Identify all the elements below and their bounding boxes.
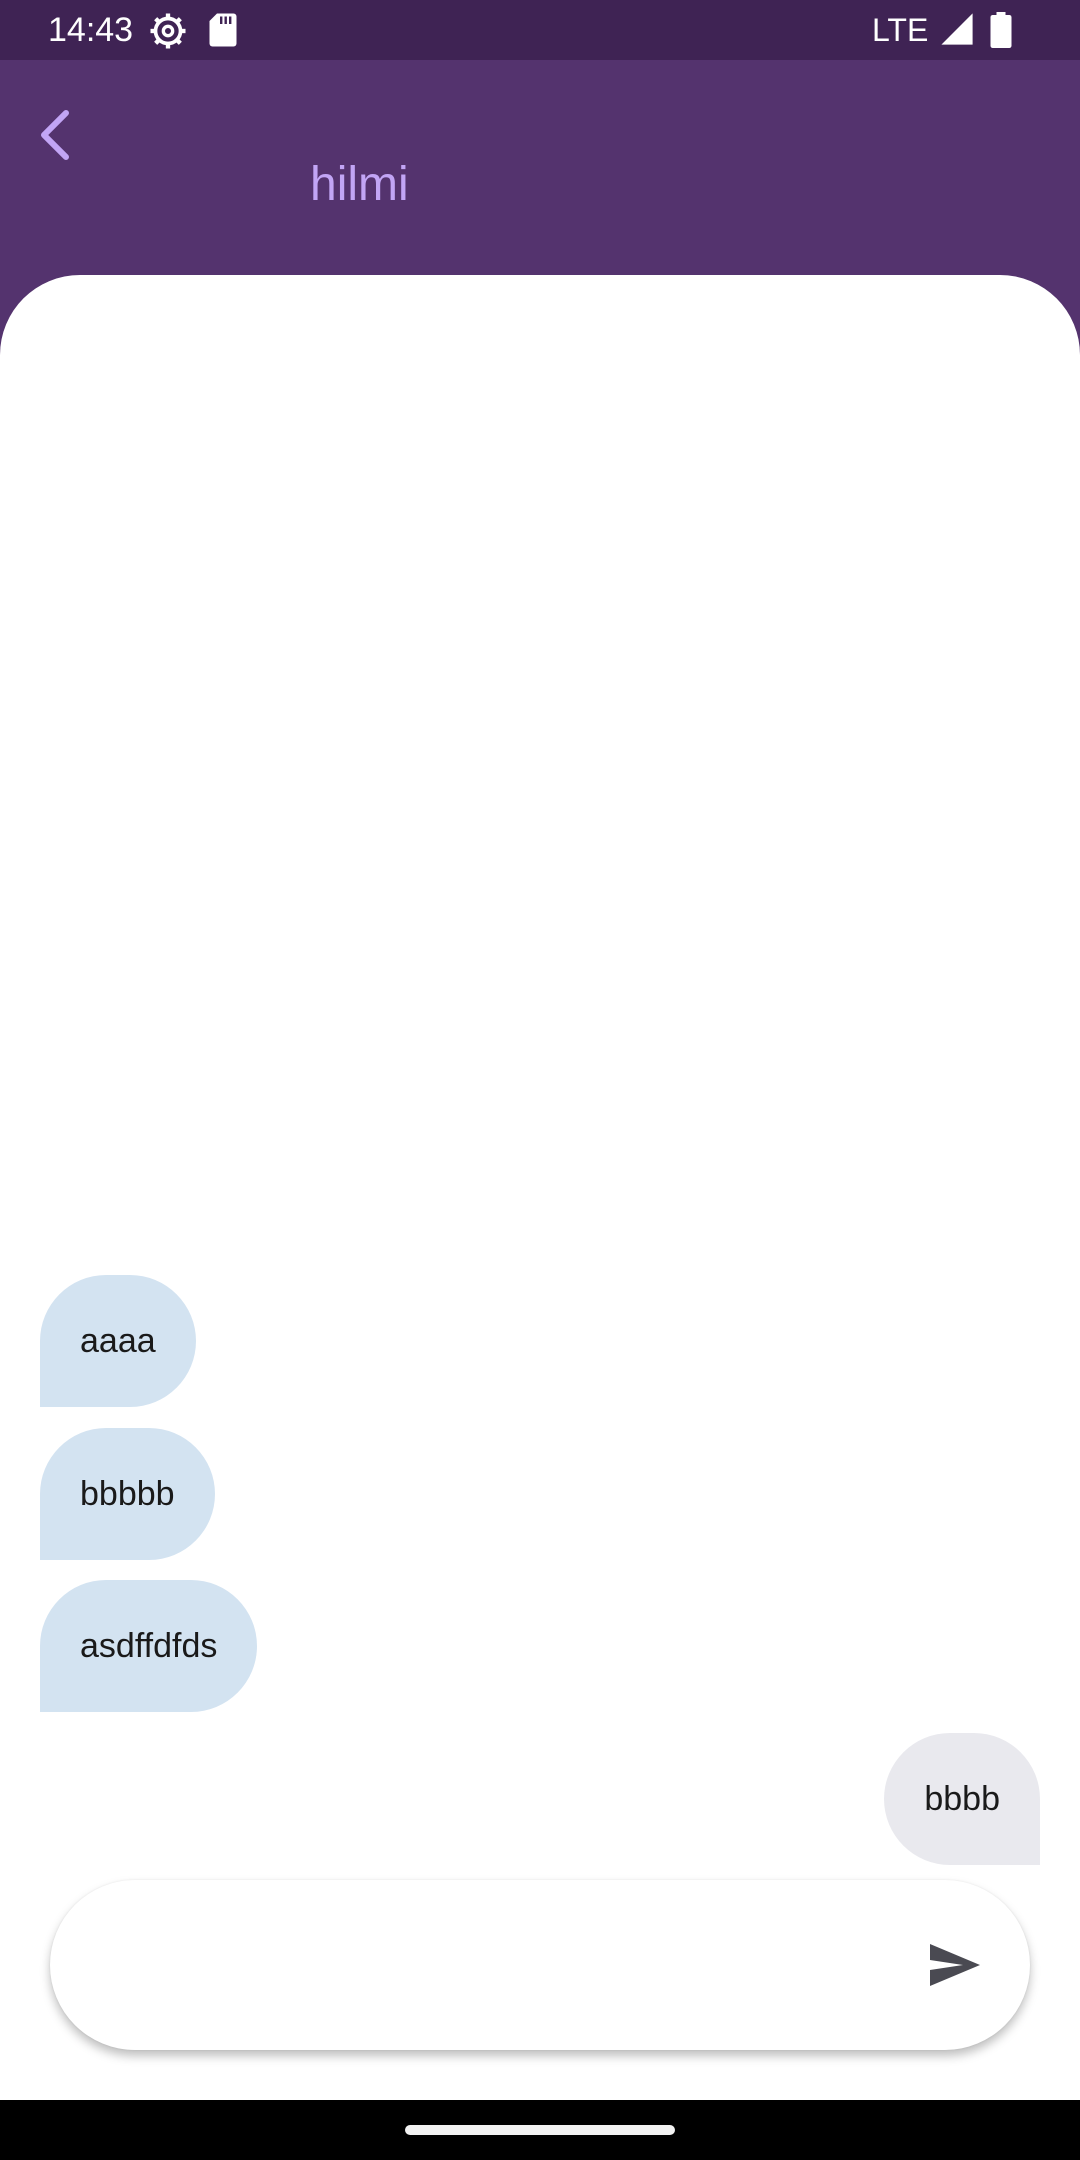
- battery-icon: [990, 12, 1012, 48]
- chat-message-area[interactable]: aaaa bbbbb asdffdfds bbbb: [0, 275, 1080, 2100]
- send-button[interactable]: [910, 1920, 1000, 2010]
- message-text: aaaa: [80, 1321, 156, 1360]
- message-bubble-received: aaaa: [40, 1275, 196, 1407]
- app-header: [0, 60, 1080, 275]
- settings-gear-icon: [150, 13, 186, 49]
- home-indicator[interactable]: [405, 2125, 675, 2135]
- signal-icon: [941, 13, 973, 45]
- send-icon: [930, 1944, 980, 1986]
- message-text: bbbbb: [80, 1474, 175, 1513]
- message-text: asdffdfds: [80, 1626, 218, 1665]
- network-type: LTE: [872, 12, 929, 48]
- back-button[interactable]: [24, 95, 84, 175]
- chevron-left-icon: [41, 110, 69, 160]
- sd-card-icon: [209, 13, 237, 47]
- status-bar: 14:43 LTE: [0, 0, 1080, 60]
- system-navigation-bar: [0, 2100, 1080, 2160]
- message-composer: [50, 1880, 1030, 2050]
- message-input[interactable]: [110, 1920, 894, 2012]
- message-bubble-sent: bbbb: [884, 1733, 1040, 1865]
- contact-name: hilmi: [310, 158, 409, 211]
- message-bubble-received: bbbbb: [40, 1428, 215, 1560]
- message-text: bbbb: [924, 1779, 1000, 1818]
- message-bubble-received: asdffdfds: [40, 1580, 258, 1712]
- status-time: 14:43: [48, 11, 134, 49]
